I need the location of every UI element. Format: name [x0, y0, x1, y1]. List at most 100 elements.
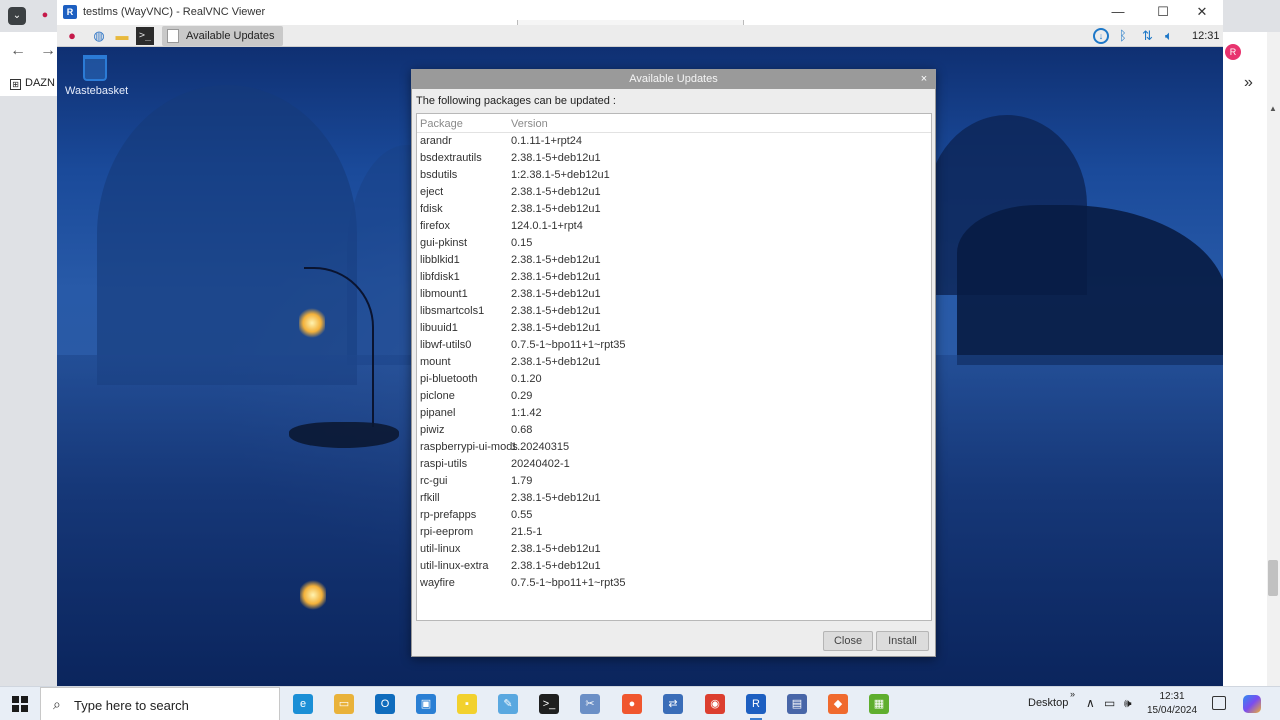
notification-icon[interactable]: [1212, 696, 1226, 710]
edge-icon[interactable]: e: [293, 694, 313, 714]
desktop-toolbar-label[interactable]: Desktop: [1028, 697, 1068, 709]
package-row[interactable]: libsmartcols1 2.38.1-5+deb12u1: [417, 303, 931, 320]
raspberry-favicon-icon[interactable]: ●: [38, 8, 52, 22]
copilot-icon[interactable]: [1243, 695, 1261, 713]
package-row[interactable]: firefox 124.0.1-1+rpt4: [417, 218, 931, 235]
maximize-button[interactable]: ☐: [1148, 3, 1178, 21]
package-row[interactable]: bsdextrautils 2.38.1-5+deb12u1: [417, 150, 931, 167]
back-arrow-icon[interactable]: ←: [10, 42, 26, 60]
package-row[interactable]: mount 2.38.1-5+deb12u1: [417, 354, 931, 371]
raspberry-menu-icon[interactable]: ●: [63, 27, 81, 45]
package-row[interactable]: raspberrypi-ui-mods 1.20240315: [417, 439, 931, 456]
taskbar-window-available-updates[interactable]: Available Updates: [162, 26, 283, 46]
wallpaper-lantern: [299, 308, 325, 338]
outlook-icon[interactable]: O: [375, 694, 395, 714]
bookmark-dazn[interactable]: ⊞ DAZN: [10, 77, 55, 90]
close-button[interactable]: Close: [823, 631, 873, 651]
sticky-notes-icon[interactable]: ▪: [457, 694, 477, 714]
package-row[interactable]: rfkill 2.38.1-5+deb12u1: [417, 490, 931, 507]
package-row[interactable]: libmount1 2.38.1-5+deb12u1: [417, 286, 931, 303]
package-row[interactable]: fdisk 2.38.1-5+deb12u1: [417, 201, 931, 218]
web-browser-icon[interactable]: ◍: [90, 27, 108, 45]
install-button[interactable]: Install: [876, 631, 929, 651]
package-row[interactable]: rc-gui 1.79: [417, 473, 931, 490]
terminal-icon[interactable]: >_: [136, 27, 154, 45]
dialog-titlebar[interactable]: Available Updates ×: [412, 70, 935, 89]
snipping-icon[interactable]: ✂: [580, 694, 600, 714]
wastebasket-desktop-icon[interactable]: Wastebasket: [65, 55, 128, 97]
brave-icon[interactable]: ◆: [828, 694, 848, 714]
package-row[interactable]: util-linux-extra 2.38.1-5+deb12u1: [417, 558, 931, 575]
toolbar-expand-icon[interactable]: »: [1070, 689, 1075, 699]
package-row[interactable]: pi-bluetooth 0.1.20: [417, 371, 931, 388]
trash-icon: [83, 55, 107, 81]
bluetooth-icon[interactable]: ᛒ: [1119, 28, 1127, 44]
realvnc-logo-icon: R: [63, 5, 77, 19]
remote-clock[interactable]: 12:31: [1192, 30, 1220, 42]
package-name: arandr: [420, 135, 452, 147]
package-name: libuuid1: [420, 322, 458, 334]
realvnc-icon[interactable]: R: [746, 694, 766, 720]
column-header-package[interactable]: Package: [420, 118, 463, 130]
package-version: 21.5-1: [511, 526, 543, 538]
package-name: libmount1: [420, 288, 468, 300]
remote-desktop[interactable]: ● ◍ ▬ >_ Available Updates ↓ ᛒ ⇅ 🔈︎ 12:3…: [57, 25, 1223, 686]
package-row[interactable]: libblkid1 2.38.1-5+deb12u1: [417, 252, 931, 269]
package-row[interactable]: libwf-utils0 0.7.5-1~bpo11+1~rpt35: [417, 337, 931, 354]
package-row[interactable]: eject 2.38.1-5+deb12u1: [417, 184, 931, 201]
minimize-button[interactable]: —: [1103, 3, 1133, 21]
package-name: wayfire: [420, 577, 455, 589]
package-row[interactable]: arandr 0.1.11-1+rpt24: [417, 133, 931, 150]
tab-search-dropdown-icon[interactable]: ⌄: [8, 7, 26, 25]
package-version: 0.55: [511, 509, 533, 521]
package-name: libblkid1: [420, 254, 460, 266]
network-icon[interactable]: ▭: [1104, 696, 1115, 710]
package-row[interactable]: piwiz 0.68: [417, 422, 931, 439]
forward-arrow-icon[interactable]: →: [40, 42, 56, 60]
package-version: 2.38.1-5+deb12u1: [511, 356, 601, 368]
taskbar-search[interactable]: ⌕ Type here to search: [40, 687, 280, 720]
chrome-icon[interactable]: ◉: [705, 694, 725, 714]
column-header-version[interactable]: Version: [511, 118, 548, 130]
grid-icon: ⊞: [10, 79, 21, 90]
more-bookmarks-icon[interactable]: »: [1244, 74, 1253, 92]
package-list[interactable]: Package Version arandr 0.1.11-1+rpt24 bsde…: [416, 113, 932, 621]
notepad-icon[interactable]: ✎: [498, 694, 518, 714]
speaker-icon[interactable]: 🕪︎: [1124, 696, 1132, 711]
windows-start-icon[interactable]: [12, 696, 28, 712]
profile-avatar[interactable]: R: [1225, 44, 1241, 60]
package-row[interactable]: libfdisk1 2.38.1-5+deb12u1: [417, 269, 931, 286]
dialog-close-icon[interactable]: ×: [917, 72, 931, 86]
window-icon: [167, 29, 179, 43]
taskbar-clock[interactable]: 12:31 15/04/2024: [1147, 690, 1197, 718]
package-name: piwiz: [420, 424, 445, 436]
pixel-app-icon[interactable]: ▦: [869, 694, 889, 714]
package-row[interactable]: raspi-utils 20240402-1: [417, 456, 931, 473]
scroll-up-icon[interactable]: ▲: [1269, 104, 1277, 113]
close-window-button[interactable]: ✕: [1187, 3, 1217, 21]
updates-icon[interactable]: ↓: [1093, 28, 1109, 44]
package-row[interactable]: gui-pkinst 0.15: [417, 235, 931, 252]
file-manager-icon[interactable]: ▬: [113, 27, 131, 45]
wallpaper-lantern-reflection: [300, 580, 326, 610]
network-icon[interactable]: ⇅: [1142, 28, 1153, 44]
package-name: firefox: [420, 220, 450, 232]
host-nav-bar: ← →: [0, 32, 57, 72]
host-scrollbar-thumb[interactable]: [1268, 560, 1278, 596]
chevron-up-icon[interactable]: ∧: [1086, 696, 1095, 710]
package-row[interactable]: piclone 0.29: [417, 388, 931, 405]
terminal-icon[interactable]: >_: [539, 694, 559, 714]
package-row[interactable]: pipanel 1:1.42: [417, 405, 931, 422]
remote-desktop-icon[interactable]: ▣: [416, 694, 436, 714]
package-row[interactable]: rpi-eeprom 21.5-1: [417, 524, 931, 541]
package-row[interactable]: libuuid1 2.38.1-5+deb12u1: [417, 320, 931, 337]
package-row[interactable]: wayfire 0.7.5-1~bpo11+1~rpt35: [417, 575, 931, 592]
package-row[interactable]: bsdutils 1:2.38.1-5+deb12u1: [417, 167, 931, 184]
volume-icon[interactable]: 🔈︎: [1165, 28, 1173, 44]
file-explorer-icon[interactable]: ▭: [334, 694, 354, 714]
package-row[interactable]: rp-prefapps 0.55: [417, 507, 931, 524]
firefox-icon[interactable]: ●: [622, 694, 642, 714]
remote-admin-icon[interactable]: ▤: [787, 694, 807, 714]
network-tool-icon[interactable]: ⇄: [663, 694, 683, 714]
package-row[interactable]: util-linux 2.38.1-5+deb12u1: [417, 541, 931, 558]
